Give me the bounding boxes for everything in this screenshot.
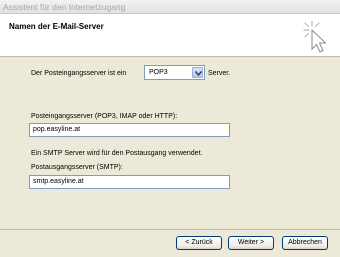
wizard-header: Namen der E-Mail-Server — [0, 14, 340, 57]
incoming-server-label: Posteingangsserver (POP3, IMAP oder HTTP… — [31, 113, 178, 120]
outgoing-server-label: Postausgangsserver (SMTP): — [31, 164, 123, 171]
incoming-server-value: pop.easyline.at — [33, 126, 81, 133]
wizard-wand-icon — [300, 18, 334, 54]
cancel-button[interactable]: Abbrechen — [282, 236, 328, 250]
page-heading: Namen der E-Mail-Server — [9, 22, 104, 31]
wizard-footer: < Zurück Weiter > Abbrechen — [0, 229, 340, 257]
next-button[interactable]: Weiter > — [228, 236, 274, 250]
incoming-type-value: POP3 — [149, 69, 168, 76]
incoming-type-label: Der Posteingangsserver ist ein — [31, 70, 127, 77]
wizard-body: Der Posteingangsserver ist ein POP3 Serv… — [0, 58, 340, 229]
outgoing-server-input[interactable]: smtp.easyline.at — [29, 175, 230, 189]
server-suffix-label: Server. — [208, 70, 231, 77]
window-title: Assistent für den Internetzugang — [3, 2, 126, 12]
smtp-note: Ein SMTP Server wird für den Postausgang… — [31, 150, 203, 157]
outgoing-server-value: smtp.easyline.at — [33, 178, 84, 185]
chevron-down-icon[interactable] — [192, 67, 203, 78]
title-bar[interactable]: Assistent für den Internetzugang — [0, 0, 340, 14]
incoming-type-select[interactable]: POP3 — [144, 65, 205, 80]
wizard-window: Assistent für den Internetzugang Namen d… — [0, 0, 340, 257]
back-button[interactable]: < Zurück — [176, 236, 222, 250]
incoming-server-input[interactable]: pop.easyline.at — [29, 123, 230, 137]
